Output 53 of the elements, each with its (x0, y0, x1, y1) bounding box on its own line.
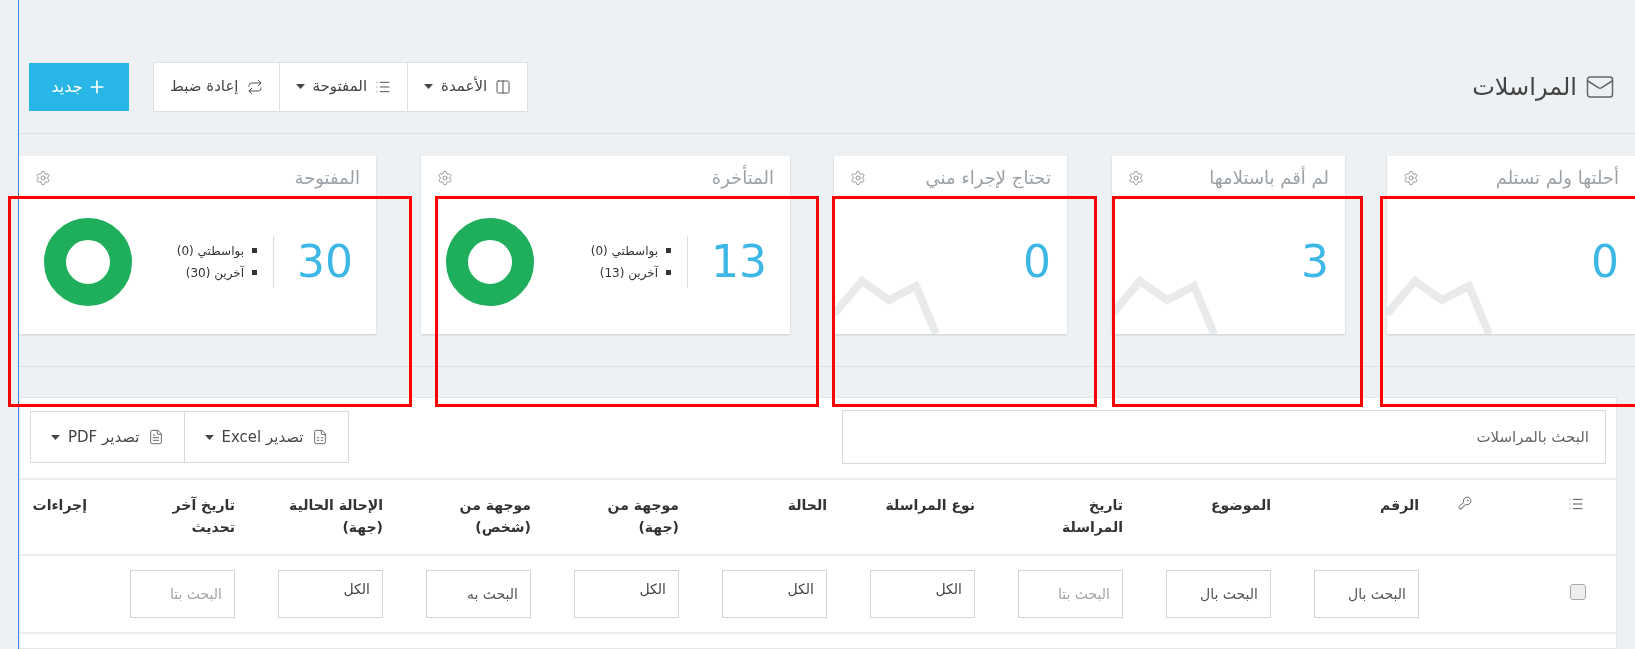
caret-icon (204, 434, 214, 440)
card-title: المفتوحة (294, 166, 360, 190)
filter-field[interactable]: البحث بال (1314, 570, 1419, 618)
stat-value: 0 (1023, 240, 1051, 284)
bullet-icon (252, 248, 257, 253)
filter-field[interactable]: البحث بال (1166, 570, 1271, 618)
column-header: الحالة (787, 496, 827, 515)
caret-icon (51, 434, 60, 440)
stat-value: 0 (1591, 240, 1619, 284)
card-title: تحتاج لإجراء مني (925, 166, 1051, 190)
column-header: نوع المراسلة (885, 496, 975, 516)
stat-value: 30 (296, 240, 354, 284)
column-header: تاريخ المراسلة (1062, 496, 1123, 538)
list-icon[interactable] (1568, 496, 1584, 512)
settings-icon[interactable] (850, 170, 866, 186)
columns-icon (495, 78, 512, 95)
date-filter-field[interactable]: البحث بتا (130, 570, 235, 618)
filter-field[interactable]: البحث به (426, 570, 531, 618)
column-header: موجهة من (شخص) (459, 496, 531, 538)
stat-value: 13 (710, 240, 768, 284)
key-icon (1458, 496, 1472, 510)
column-header: تاريخ آخر تحديث (172, 495, 235, 537)
document-file-icon (147, 429, 164, 445)
refresh-icon (246, 78, 263, 95)
bullet-icon (666, 248, 671, 253)
legend-item: آخرين (13) (598, 264, 658, 282)
bullet-icon (666, 270, 671, 275)
search-field[interactable]: البحث بالمراسلات (842, 410, 1606, 464)
bullet-icon (252, 270, 257, 275)
card-title: لم أقم باستلامها (1209, 166, 1329, 190)
column-header: الموضوع (1210, 496, 1271, 516)
legend-item: بواسطتي (0) (589, 243, 658, 260)
card-title: أحلتها ولم تستلم (1495, 166, 1619, 190)
spreadsheet-file-icon (311, 429, 328, 445)
legend-item: بواسطتي (0) (175, 243, 244, 260)
date-filter-field[interactable]: البحث بتا (1018, 570, 1123, 618)
stat-value: 3 (1301, 240, 1329, 284)
filter-select[interactable]: الكل (870, 570, 975, 618)
column-header: الإحالة الحالية (جهة) (288, 496, 383, 538)
settings-icon[interactable] (1403, 170, 1419, 186)
filter-select[interactable]: الكل (574, 570, 679, 618)
page-title: المراسلات (1472, 71, 1577, 103)
settings-icon[interactable] (1128, 170, 1144, 186)
select-all-checkbox[interactable] (1570, 584, 1586, 600)
filter-select[interactable]: الكل (722, 570, 827, 618)
column-header: موجهة من (جهة) (607, 496, 679, 538)
column-header: الرقم (1380, 496, 1419, 516)
column-header: إجراءات (32, 496, 87, 516)
settings-icon[interactable] (35, 170, 51, 186)
settings-icon[interactable] (437, 170, 453, 186)
filter-select[interactable]: الكل (278, 570, 383, 618)
card-title: المتأخرة (711, 166, 774, 190)
legend-item: آخرين (30) (184, 264, 244, 282)
